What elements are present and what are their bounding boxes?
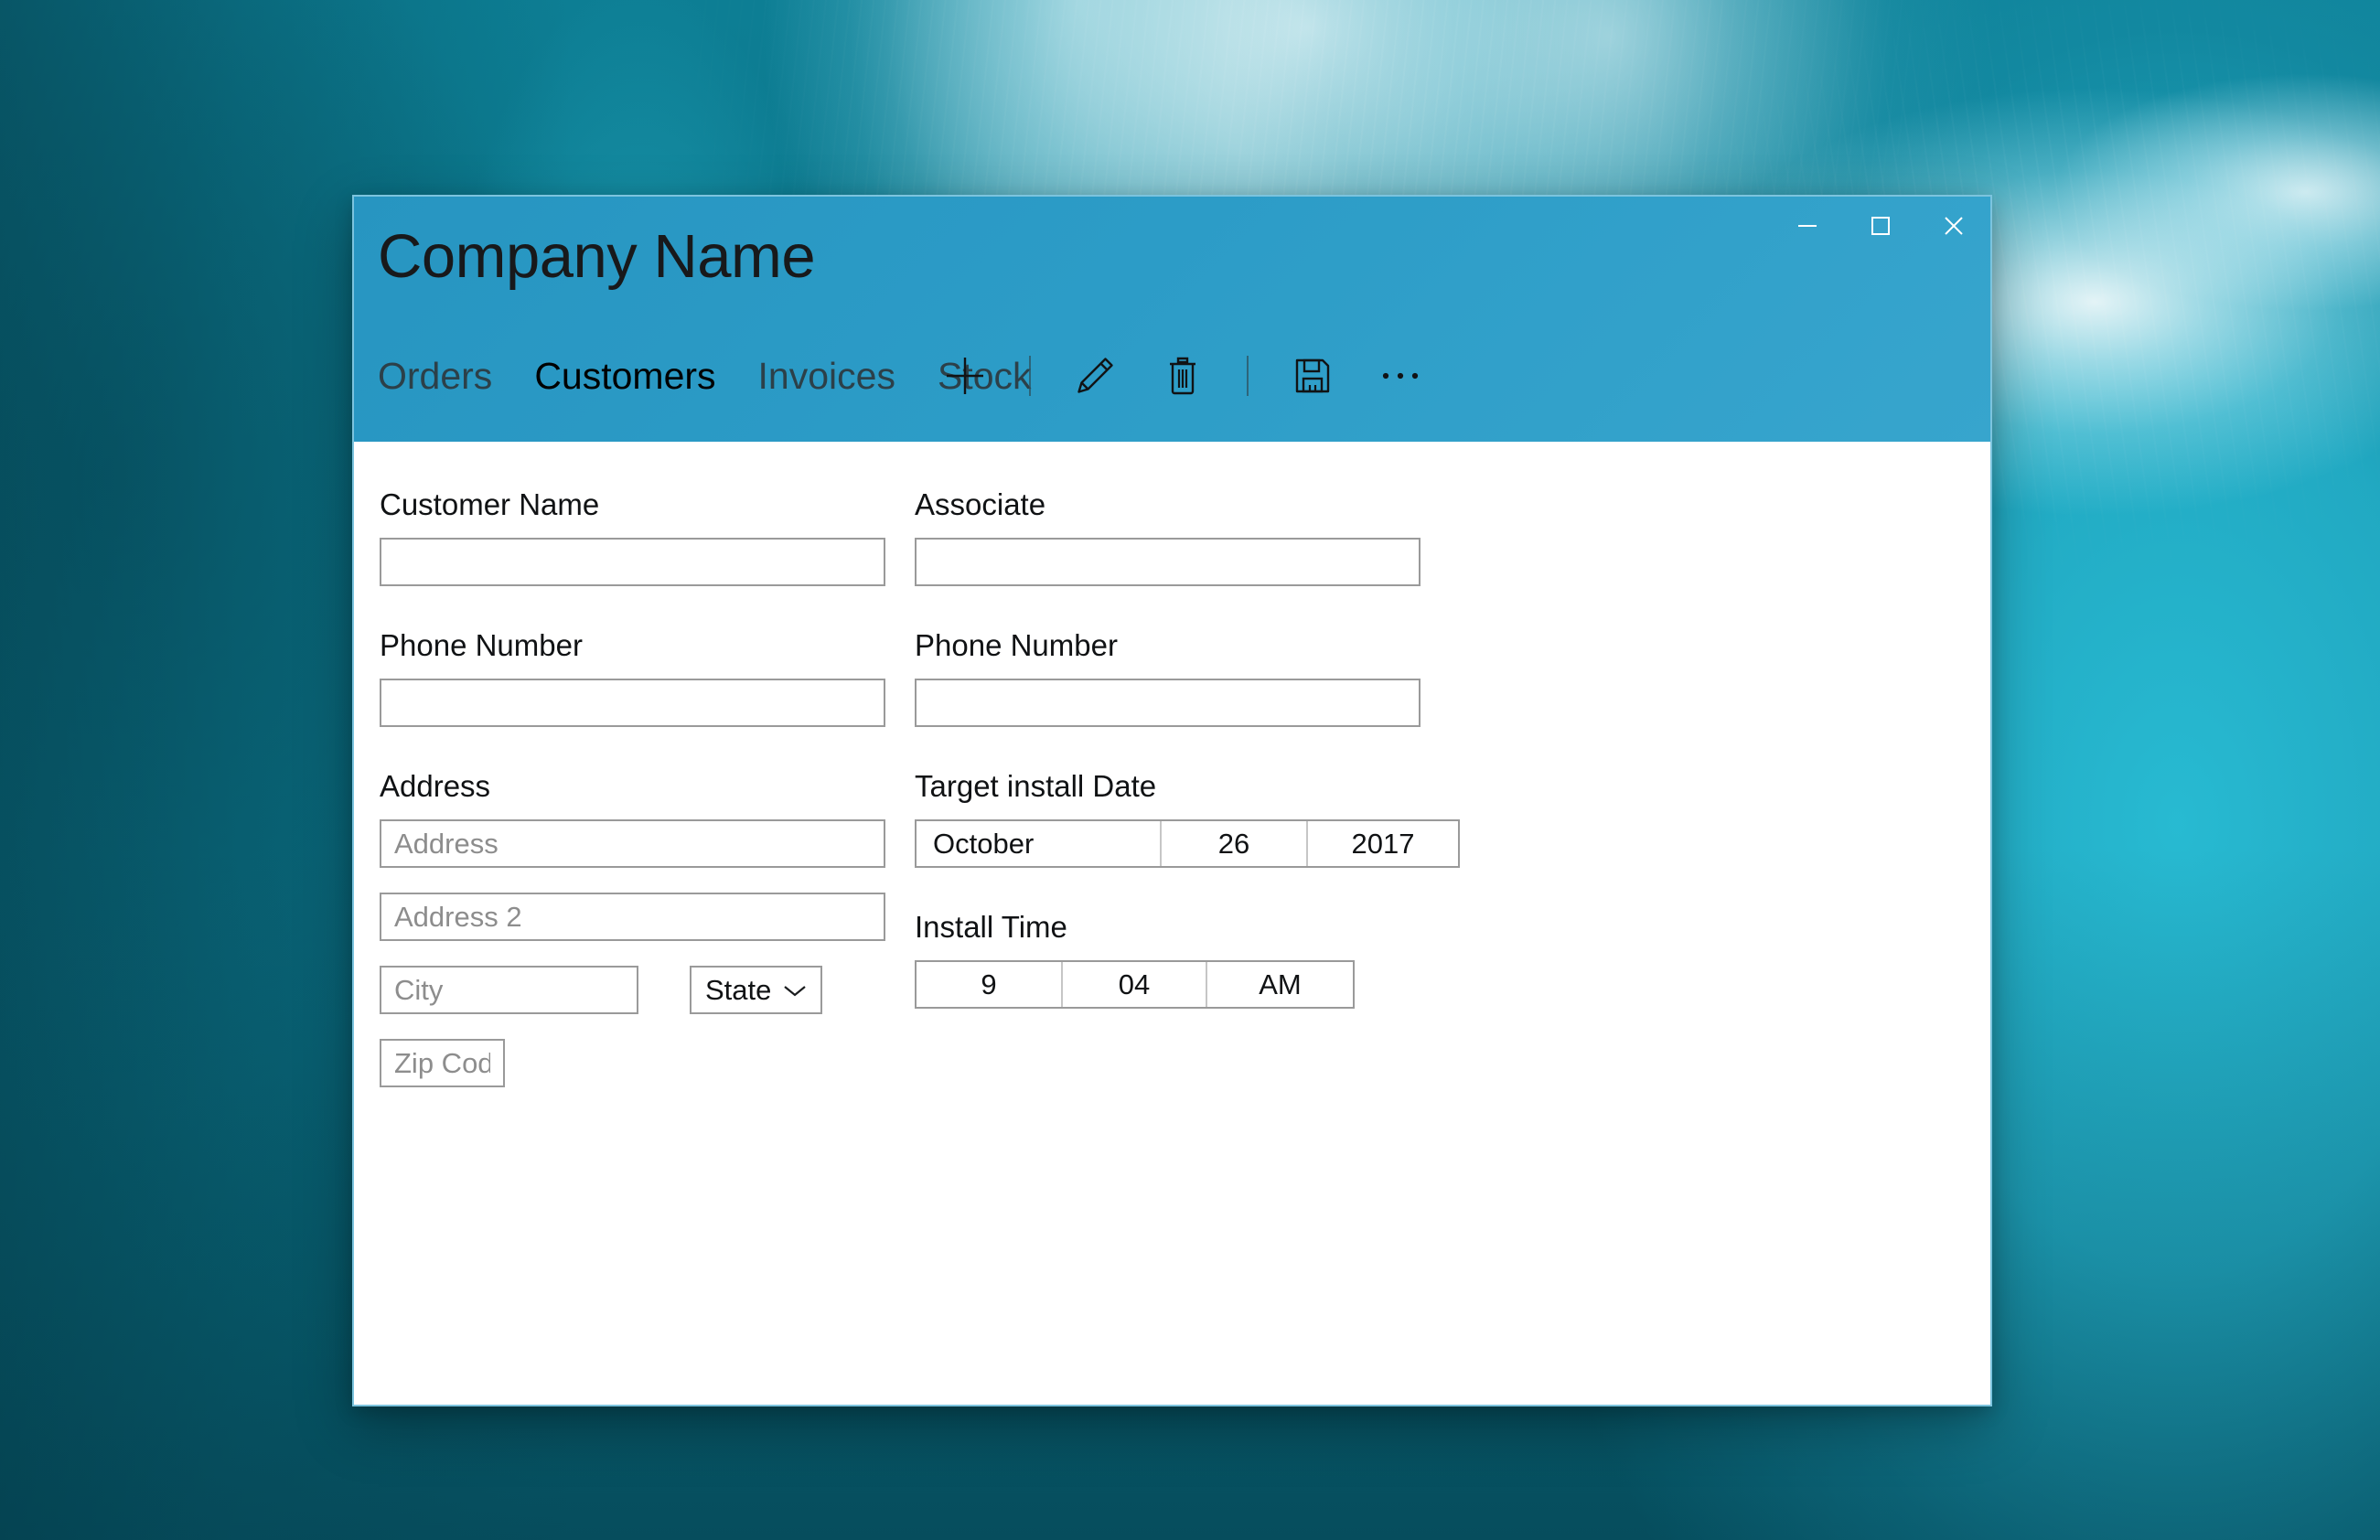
date-month-segment[interactable]: October	[917, 821, 1160, 866]
ellipsis-icon	[1378, 367, 1423, 385]
toolbar-separator-1	[1029, 356, 1031, 396]
add-button[interactable]	[921, 343, 1009, 409]
edit-button[interactable]	[1051, 343, 1139, 409]
customer-phone-input[interactable]	[380, 679, 885, 727]
tab-orders[interactable]: Orders	[378, 357, 492, 395]
minimize-button[interactable]	[1771, 197, 1844, 255]
chevron-down-icon	[781, 982, 809, 999]
application-window: Company Name Orders Customers Invoices S…	[352, 195, 1992, 1406]
zip-code-input[interactable]	[380, 1039, 505, 1087]
install-time-picker: 9 04 AM	[915, 960, 1355, 1009]
time-period-segment[interactable]: AM	[1206, 962, 1353, 1007]
state-dropdown-value: State	[705, 974, 772, 1006]
associate-label: Associate	[915, 487, 1046, 521]
target-install-date-label: Target install Date	[915, 769, 1157, 803]
close-button[interactable]	[1917, 197, 1990, 255]
minimize-icon	[1796, 214, 1819, 238]
titlebar-controls	[1771, 197, 1990, 255]
form-body: Customer Name Phone Number Address State	[354, 442, 1990, 1405]
date-day-segment[interactable]: 26	[1160, 821, 1306, 866]
address-line2-input[interactable]	[380, 893, 885, 941]
plus-icon	[941, 352, 989, 400]
toolbar-separator-2	[1247, 356, 1249, 396]
city-input[interactable]	[380, 966, 638, 1014]
page-title: Company Name	[378, 222, 816, 291]
time-hour-segment[interactable]: 9	[917, 962, 1061, 1007]
associate-input[interactable]	[915, 538, 1420, 586]
associate-phone-input[interactable]	[915, 679, 1420, 727]
delete-button[interactable]	[1139, 343, 1227, 409]
tab-invoices[interactable]: Invoices	[758, 357, 895, 395]
save-icon	[1291, 354, 1335, 398]
address-line1-input[interactable]	[380, 819, 885, 868]
associate-phone-label: Phone Number	[915, 628, 1118, 662]
window-header: Company Name Orders Customers Invoices S…	[354, 197, 1990, 442]
more-button[interactable]	[1356, 343, 1444, 409]
date-year-segment[interactable]: 2017	[1306, 821, 1458, 866]
customer-name-input[interactable]	[380, 538, 885, 586]
maximize-icon	[1869, 214, 1892, 238]
time-minute-segment[interactable]: 04	[1061, 962, 1206, 1007]
install-time-label: Install Time	[915, 910, 1067, 944]
form-column-right: Associate Phone Number Target install Da…	[915, 489, 1665, 1009]
maximize-button[interactable]	[1844, 197, 1917, 255]
state-dropdown[interactable]: State	[690, 966, 822, 1014]
trash-icon	[1160, 353, 1206, 399]
command-toolbar	[921, 343, 1444, 409]
pencil-icon	[1072, 353, 1118, 399]
close-icon	[1942, 214, 1966, 238]
tab-customers[interactable]: Customers	[534, 357, 715, 395]
save-button[interactable]	[1269, 343, 1356, 409]
target-install-date-picker: October 26 2017	[915, 819, 1460, 868]
